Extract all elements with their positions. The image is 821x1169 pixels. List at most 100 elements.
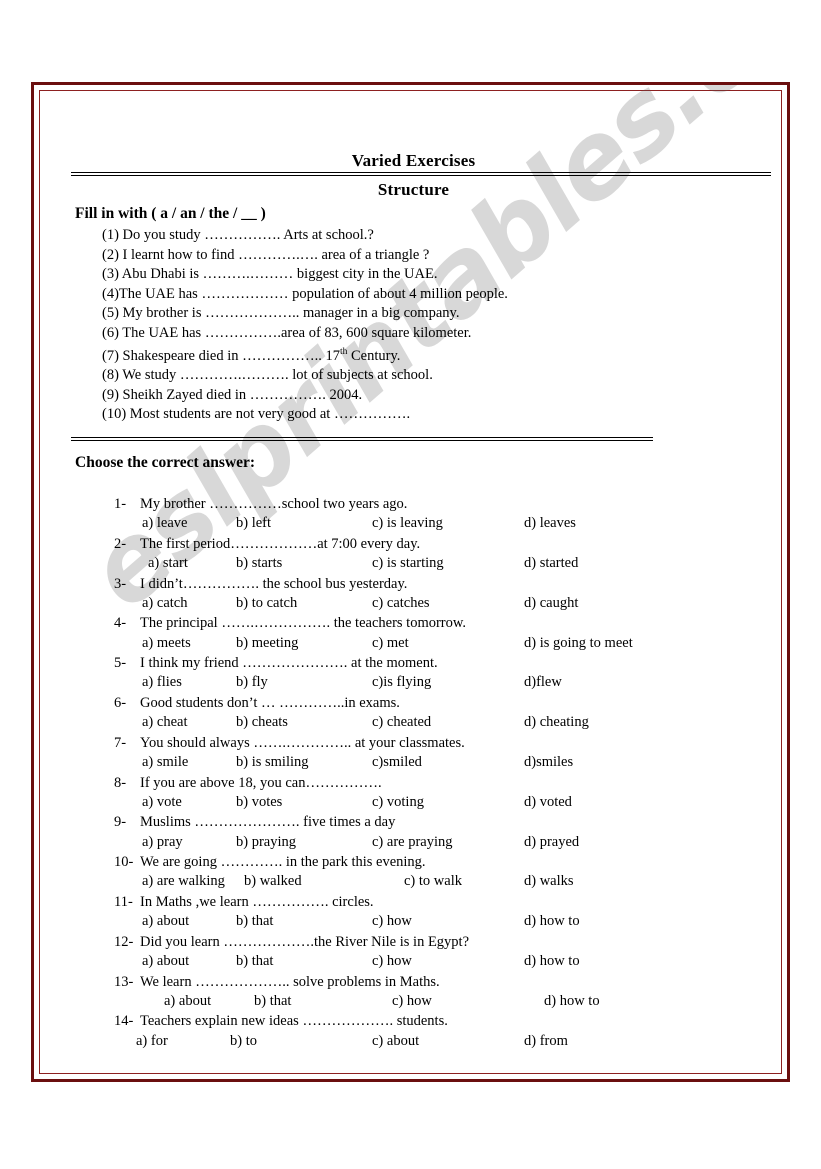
mcq-option[interactable]: a) leave	[142, 514, 187, 534]
mcq-option[interactable]: a) vote	[142, 793, 182, 813]
mcq-option[interactable]: b) cheats	[236, 713, 288, 733]
mcq-option[interactable]: d) cheating	[524, 713, 589, 733]
mcq-question-number: 7-	[114, 734, 127, 751]
mcq-question-text: The first period………………at 7:00 every day.	[140, 535, 421, 552]
fill-in-item: (4)The UAE has ……………… population of abou…	[102, 285, 508, 302]
mcq-option-row: a) smile b) is smiling c)smiled d)smiles	[114, 753, 754, 773]
mcq-question-text: We are going …………. in the park this even…	[140, 854, 426, 871]
mcq-option[interactable]: c) to walk	[404, 872, 462, 892]
mcq-option-row: a) catch b) to catch c) catches d) caught	[114, 594, 754, 614]
mcq-option[interactable]: c) how	[372, 952, 412, 972]
mcq-option[interactable]: c) voting	[372, 793, 424, 813]
mcq-option[interactable]: a) are walking	[142, 872, 225, 892]
mcq-option[interactable]: b) that	[236, 912, 273, 932]
page-title: Varied Exercises	[351, 151, 476, 170]
mcq-option[interactable]: d) prayed	[524, 833, 579, 853]
mcq-option[interactable]: d) how to	[544, 992, 600, 1012]
mcq-option[interactable]: c) is leaving	[372, 514, 443, 534]
mcq-option-row: a) leave b) left c) is leaving d) leaves	[114, 514, 754, 534]
page-border-frame: eslprintables.com Varied Exercises Struc…	[31, 82, 793, 1082]
mcq-question-text: Teachers explain new ideas ………………. stude…	[140, 1013, 448, 1030]
mcq-question-block: 6- Good students don’t … …………..in exams. a…	[114, 693, 754, 733]
mcq-option-row: a) about b) that c) how d) how to	[114, 992, 754, 1012]
mcq-option[interactable]: b) praying	[236, 833, 296, 853]
mcq-option[interactable]: a) about	[142, 952, 189, 972]
mcq-option-row: a) vote b) votes c) voting d) voted	[114, 793, 754, 813]
mcq-option[interactable]: d) is going to meet	[524, 634, 633, 654]
mcq-question-text: In Maths ,we learn ……………. circles.	[140, 893, 374, 910]
mcq-option[interactable]: c) how	[392, 992, 432, 1012]
mcq-question-text: The principal …….……………. the teachers tom…	[140, 615, 467, 632]
mcq-option[interactable]: b) to	[230, 1032, 257, 1052]
mcq-option[interactable]: b) votes	[236, 793, 282, 813]
fill-in-item: (5) My brother is ……………….. manager in a …	[102, 305, 460, 321]
mcq-option[interactable]: a) catch	[142, 594, 187, 614]
mcq-option[interactable]: c) are praying	[372, 833, 453, 853]
mcq-option[interactable]: d) voted	[524, 793, 572, 813]
mcq-option[interactable]: c)is flying	[372, 673, 431, 693]
mcq-option[interactable]: d) leaves	[524, 514, 576, 534]
mcq-option[interactable]: d)smiles	[524, 753, 573, 773]
mcq-option[interactable]: a) about	[142, 912, 189, 932]
mcq-option[interactable]: c) about	[372, 1032, 419, 1052]
mcq-option[interactable]: d) started	[524, 554, 578, 574]
mcq-question-block: 14- Teachers explain new ideas ………………. st…	[114, 1011, 754, 1051]
mcq-question-number: 10-	[114, 854, 134, 871]
mcq-option-row: a) start b) starts c) is starting d) starte…	[114, 554, 754, 574]
fill-in-item-list: (1) Do you study ……………. Arts at school.?…	[102, 226, 702, 425]
mcq-question-number: 3-	[114, 575, 127, 592]
fill-in-item: (8) We study ………….………. lot of subjects a…	[102, 367, 433, 384]
mcq-option-row: a) for b) to c) about d) from	[114, 1032, 754, 1052]
mcq-option[interactable]: a) smile	[142, 753, 188, 773]
mcq-question-text: My brother ……………school two years ago.	[140, 496, 408, 512]
mcq-option[interactable]: b) starts	[236, 554, 282, 574]
mcq-question-block: 12- Did you learn ……………….the River Nile i…	[114, 932, 754, 972]
mcq-option[interactable]: b) to catch	[236, 594, 297, 614]
mcq-option-row: a) cheat b) cheats c) cheated d) cheating	[114, 713, 754, 733]
fill-in-item: (6) The UAE has …………….area of 83, 600 sq…	[102, 324, 472, 341]
mcq-question-stem: 10- We are going …………. in the park this e…	[114, 852, 754, 872]
mcq-option[interactable]: d) from	[524, 1032, 568, 1052]
mcq-option[interactable]: c) is starting	[372, 554, 444, 574]
mcq-option[interactable]: b) that	[236, 952, 273, 972]
mcq-option[interactable]: a) meets	[142, 634, 191, 654]
mcq-option[interactable]: d) how to	[524, 952, 580, 972]
mcq-option[interactable]: a) about	[164, 992, 211, 1012]
mcq-question-stem: 7- You should always …….………….. at your cl…	[114, 733, 754, 753]
mcq-question-block: 7- You should always …….………….. at your cl…	[114, 733, 754, 773]
mcq-question-block: 4- The principal …….……………. the teachers t…	[114, 613, 754, 653]
mcq-option[interactable]: b) fly	[236, 673, 268, 693]
mcq-option[interactable]: a) pray	[142, 833, 183, 853]
mcq-question-number: 2-	[114, 535, 127, 552]
mcq-question-stem: 12- Did you learn ……………….the River Nile i…	[114, 932, 754, 952]
mcq-question-stem: 5- I think my friend …………………. at the mome…	[114, 653, 754, 673]
mcq-question-number: 12-	[114, 933, 134, 950]
mcq-option[interactable]: d) caught	[524, 594, 578, 614]
mcq-option[interactable]: b) meeting	[236, 634, 298, 654]
mcq-option-row: a) pray b) praying c) are praying d) prayed	[114, 833, 754, 853]
mcq-option[interactable]: d) walks	[524, 872, 574, 892]
mcq-option[interactable]: a) start	[148, 554, 188, 574]
mcq-question-stem: 2- The first period………………at 7:00 every da…	[114, 534, 754, 554]
mcq-option[interactable]: b) walked	[244, 872, 302, 892]
mcq-option[interactable]: b) left	[236, 514, 271, 534]
multiple-choice-question-list: 1- My brother ……………school two years ago. a…	[114, 494, 754, 1051]
mcq-question-block: 11- In Maths ,we learn ……………. circles. a) …	[114, 892, 754, 932]
mcq-question-number: 9-	[114, 814, 127, 831]
mcq-option[interactable]: d)flew	[524, 673, 562, 693]
mcq-option[interactable]: c) met	[372, 634, 409, 654]
mcq-question-number: 6-	[114, 694, 127, 711]
mcq-option[interactable]: c)smiled	[372, 753, 422, 773]
fill-in-item: (2) I learnt how to find ………….…. area of…	[102, 246, 430, 263]
mcq-option[interactable]: c) how	[372, 912, 412, 932]
mcq-option[interactable]: a) cheat	[142, 713, 187, 733]
mcq-option[interactable]: c) cheated	[372, 713, 431, 733]
mcq-question-block: 13- We learn ……………….. solve problems in M…	[114, 972, 754, 1012]
mcq-option[interactable]: a) flies	[142, 673, 182, 693]
mcq-question-block: 2- The first period………………at 7:00 every da…	[114, 534, 754, 574]
mcq-option[interactable]: d) how to	[524, 912, 580, 932]
mcq-option[interactable]: b) is smiling	[236, 753, 309, 773]
mcq-option[interactable]: a) for	[136, 1032, 168, 1052]
mcq-option[interactable]: b) that	[254, 992, 291, 1012]
mcq-option[interactable]: c) catches	[372, 594, 430, 614]
